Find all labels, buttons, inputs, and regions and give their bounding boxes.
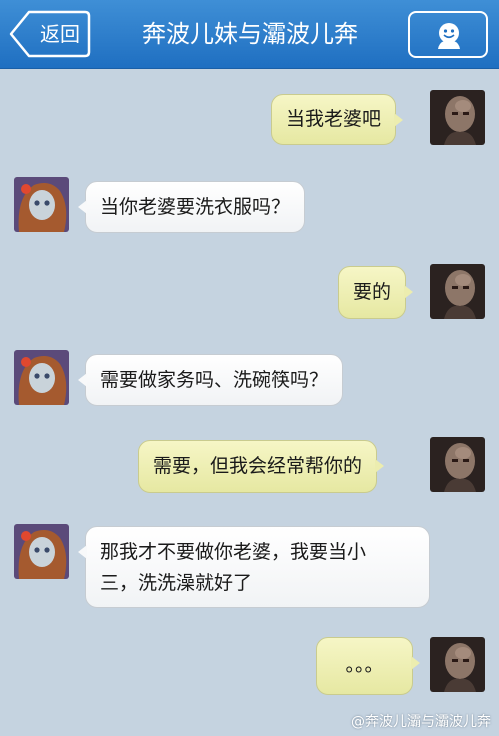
chat-title: 奔波儿妹与灞波儿奔 — [142, 20, 358, 48]
message-text-line-1: 那我才不要做你老婆，我要当小 — [100, 541, 367, 563]
doll-avatar-icon — [14, 350, 69, 405]
back-button[interactable]: 返回 — [9, 10, 91, 58]
message-text: 当你老婆要洗衣服吗？ — [100, 196, 291, 218]
title-bar: 返回 奔波儿妹与灞波儿奔 — [0, 0, 499, 69]
message-bubble-other: 那我才不要做你老婆，我要当小 三，洗洗澡就好了 — [78, 526, 430, 608]
self-avatar[interactable] — [430, 90, 485, 145]
self-avatar[interactable] — [430, 437, 485, 492]
message-bubble-self: 当我老婆吧 — [271, 94, 404, 145]
other-avatar[interactable] — [14, 350, 69, 405]
monk-avatar-icon — [430, 264, 485, 319]
message-text-line-2: 三，洗洗澡就好了 — [100, 572, 253, 594]
self-avatar[interactable] — [430, 264, 485, 319]
back-button-label: 返回 — [40, 22, 80, 46]
other-avatar[interactable] — [14, 524, 69, 579]
monk-avatar-icon — [430, 90, 485, 145]
doll-avatar-icon — [14, 177, 69, 232]
doll-avatar-icon — [14, 524, 69, 579]
monk-avatar-icon — [430, 437, 485, 492]
message-text: 当我老婆吧 — [286, 108, 382, 130]
monk-avatar-icon — [430, 637, 485, 692]
message-bubble-other: 需要做家务吗、洗碗筷吗？ — [77, 354, 344, 406]
message-bubble-self: 要的 — [338, 266, 414, 319]
message-bubble-self: 需要，但我会经常帮你的 — [138, 440, 385, 493]
watermark: @奔波儿灞与灞波儿奔 — [351, 714, 491, 730]
message-text: 。。。 — [345, 654, 384, 676]
message-text: 要的 — [353, 281, 392, 303]
message-bubble-other: 当你老婆要洗衣服吗？ — [77, 181, 306, 233]
self-avatar[interactable] — [430, 637, 485, 692]
message-text: 需要做家务吗、洗碗筷吗？ — [100, 369, 329, 391]
other-avatar[interactable] — [14, 177, 69, 232]
message-bubble-self: 。。。 — [316, 637, 420, 695]
profile-button[interactable] — [408, 11, 488, 58]
person-icon — [438, 23, 460, 49]
message-text: 需要，但我会经常帮你的 — [153, 455, 363, 477]
